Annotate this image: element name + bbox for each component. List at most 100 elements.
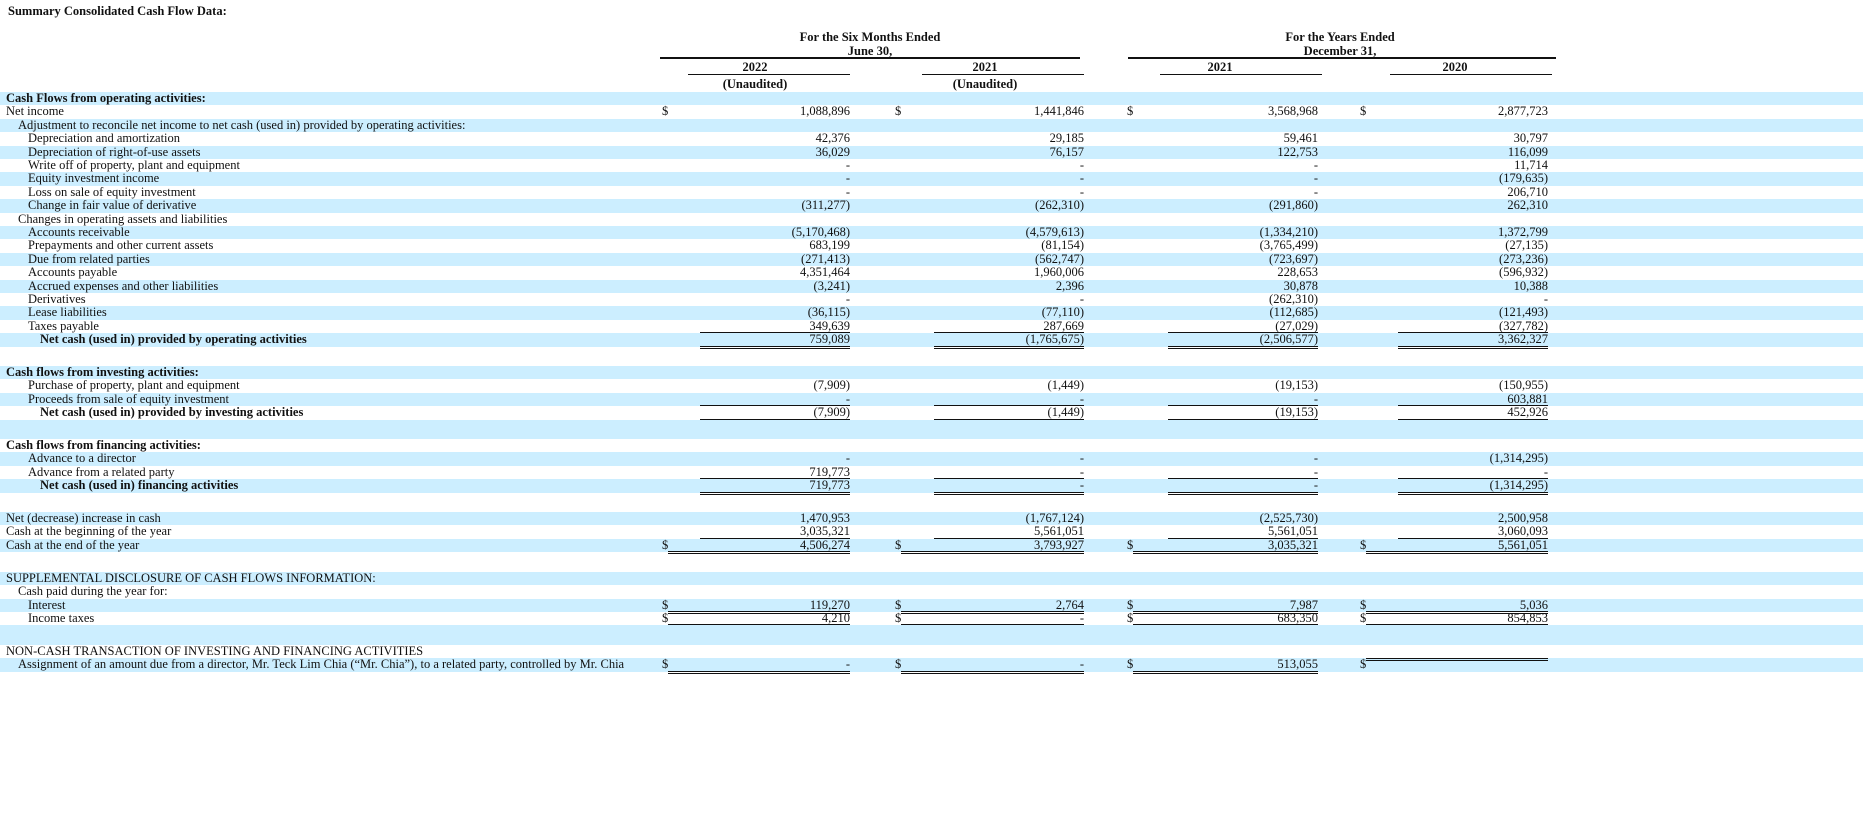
value-cell-col1: - xyxy=(668,658,850,674)
row-label: Lease liabilities xyxy=(28,305,107,320)
value-cell-col2: 1,441,846 xyxy=(1034,104,1084,119)
table-spacer-row xyxy=(0,347,1863,366)
table-row: Accrued expenses and other liabilities (3… xyxy=(0,278,1863,293)
row-label: Taxes payable xyxy=(28,318,99,333)
value-cell-col3: (291,860) xyxy=(1269,198,1318,213)
value-cell-col1: (36,115) xyxy=(807,305,850,320)
value-cell-col4: 262,310 xyxy=(1507,198,1548,213)
value-cell-col4: 11,714 xyxy=(1514,158,1548,172)
row-label: NON-CASH TRANSACTION OF INVESTING AND FI… xyxy=(6,643,424,658)
table-row: Cash Flows from operating activities: xyxy=(0,91,1863,106)
table-row: Depreciation and amortization 42,376 29,18… xyxy=(0,131,1863,146)
value-cell-col2: 2,396 xyxy=(1055,278,1084,293)
value-cell-col3: (1,334,210) xyxy=(1259,225,1318,239)
value-cell-col2: - xyxy=(934,392,1084,407)
row-label: Accounts payable xyxy=(28,265,118,280)
table-row: Adjustment to reconcile net income to ne… xyxy=(0,118,1863,133)
table-row: Derivatives - - (262,310) - xyxy=(0,292,1863,306)
table-row: Interest $119,270 $2,764 $7,987 $5,036 xyxy=(0,597,1863,614)
table-row: Advance from a related party 719,773 - - - xyxy=(0,464,1863,480)
row-label: Advance to a director xyxy=(28,451,136,466)
table-row: Net (decrease) increase in cash 1,470,953… xyxy=(0,511,1863,526)
row-label: Purchase of property, plant and equipmen… xyxy=(28,378,240,393)
value-cell-col4: 30,797 xyxy=(1513,131,1548,146)
table-row: Changes in operating assets and liabilit… xyxy=(0,212,1863,226)
row-label: Write off of property, plant and equipme… xyxy=(28,158,240,172)
value-cell-col4: (273,236) xyxy=(1499,251,1548,266)
value-cell-col1: 683,199 xyxy=(809,238,850,253)
value-cell-col2: - xyxy=(934,465,1084,480)
value-cell-col3: - xyxy=(1168,465,1318,480)
table-row: Proceeds from sale of equity investment -… xyxy=(0,392,1863,407)
value-cell-col2: - xyxy=(901,658,1084,674)
value-cell-col1: (311,277) xyxy=(801,198,851,213)
value-cell-col2: (562,747) xyxy=(1035,251,1084,266)
table-row: SUPPLEMENTAL DISCLOSURE OF CASH FLOWS IN… xyxy=(0,571,1863,586)
value-cell-col1: (271,413) xyxy=(801,251,850,266)
value-cell-col3: (2,525,730) xyxy=(1259,511,1318,526)
row-label: Depreciation and amortization xyxy=(28,131,181,146)
table-row: Cash flows from financing activities: xyxy=(0,438,1863,452)
value-cell-col2: 76,157 xyxy=(1049,144,1084,159)
row-label: Net cash (used in) provided by operating… xyxy=(40,332,307,347)
value-cell-col2: - xyxy=(1079,292,1084,306)
value-cell-col1: 42,376 xyxy=(815,131,850,146)
table-row: Net cash (used in) financing activities 7… xyxy=(0,478,1863,495)
value-cell-col2: 287,669 xyxy=(934,319,1084,334)
row-label: Due from related parties xyxy=(28,251,150,266)
value-cell-col1: - xyxy=(845,184,850,199)
row-label: Loss on sale of equity investment xyxy=(28,184,196,199)
value-cell-col3: (723,697) xyxy=(1269,251,1318,266)
row-label: Change in fair value of derivative xyxy=(28,198,197,213)
row-label: Interest xyxy=(28,597,66,612)
value-cell-col4: 206,710 xyxy=(1507,184,1548,199)
row-label: Prepayments and other current assets xyxy=(28,238,214,253)
value-cell-col1: 349,639 xyxy=(700,319,850,334)
col3-rule xyxy=(1160,74,1322,75)
value-cell-col3: - xyxy=(1313,451,1318,466)
row-label: Net (decrease) increase in cash xyxy=(6,511,161,526)
table-row: Cash paid during the year for: xyxy=(0,584,1863,599)
value-cell-col4: - xyxy=(1543,292,1548,306)
row-label: Assignment of an amount due from a direc… xyxy=(18,657,625,672)
value-cell-col1: (7,909) xyxy=(813,378,850,393)
row-label: Net cash (used in) financing activities xyxy=(40,478,239,493)
value-cell-col4: 10,388 xyxy=(1513,278,1548,293)
table-row: Due from related parties (271,413) (562,74… xyxy=(0,251,1863,267)
value-cell-col4: (121,493) xyxy=(1499,305,1548,320)
value-cell-col4: (1,314,295) xyxy=(1489,451,1548,466)
value-cell-col4: 2,500,958 xyxy=(1498,511,1548,526)
value-cell-col2: (262,310) xyxy=(1035,198,1084,213)
table-row: Net cash (used in) provided by operating… xyxy=(0,332,1863,349)
value-cell-col2: (1,449) xyxy=(1047,378,1084,393)
table-row: Depreciation of right-of-use assets 36,02… xyxy=(0,144,1863,159)
table-row: NON-CASH TRANSACTION OF INVESTING AND FI… xyxy=(0,643,1863,658)
row-label: Advance from a related party xyxy=(28,464,175,479)
table-spacer-row xyxy=(0,552,1863,571)
value-cell-col4: 2,877,723 xyxy=(1498,104,1548,119)
value-cell-col4: (327,782) xyxy=(1398,319,1548,334)
value-cell-col2: - xyxy=(1079,184,1084,199)
col2-year: 2021 xyxy=(972,60,998,74)
row-label: Accounts receivable xyxy=(28,225,130,239)
table-row: Accounts payable 4,351,464 1,960,006 228,65… xyxy=(0,265,1863,280)
table-row: Change in fair value of derivative (311,2… xyxy=(0,198,1863,213)
value-cell-col4: (596,932) xyxy=(1499,265,1548,280)
value-cell-col4: 116,099 xyxy=(1507,144,1548,159)
row-label: Net cash (used in) provided by investing… xyxy=(40,405,304,420)
col2-unaudited: (Unaudited) xyxy=(952,77,1018,91)
value-cell-col4: (150,955) xyxy=(1499,378,1548,393)
value-cell-col4 xyxy=(1366,658,1548,662)
value-cell-col2: - xyxy=(1079,158,1084,172)
table-row: Advance to a director - - - (1,314,295) xyxy=(0,451,1863,466)
row-label: Equity investment income xyxy=(28,171,160,186)
value-cell-col3: 30,878 xyxy=(1283,278,1318,293)
row-label: Cash paid during the year for: xyxy=(18,584,168,599)
value-cell-col3: (112,685) xyxy=(1269,305,1319,320)
value-cell-col3: 5,561,051 xyxy=(1168,525,1318,539)
value-cell-col3: (262,310) xyxy=(1269,292,1318,306)
value-cell-col3: - xyxy=(1313,184,1318,199)
value-cell-col3: (27,029) xyxy=(1168,319,1318,334)
row-label: Accrued expenses and other liabilities xyxy=(28,278,219,293)
value-cell-col2: (4,579,613) xyxy=(1025,225,1084,239)
